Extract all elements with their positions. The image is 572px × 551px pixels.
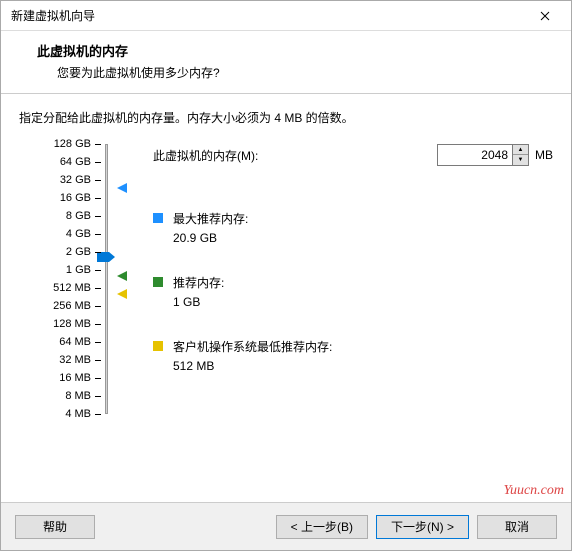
scale-label: 64 MB: [59, 336, 91, 348]
scale-label: 16 MB: [59, 372, 91, 384]
info-column: 此虚拟机的内存(M): ▲ ▼ MB 最大推荐内存: 20.9 GB: [113, 144, 553, 174]
rec-marker-icon[interactable]: [117, 270, 127, 280]
scale-tick: [95, 414, 101, 415]
scale-label: 512 MB: [53, 282, 91, 294]
min-rec-label: 客户机操作系统最低推荐内存:: [173, 338, 332, 357]
min-rec-text: 客户机操作系统最低推荐内存: 512 MB: [173, 338, 332, 376]
scale-tick: [95, 378, 101, 379]
scale-tick: [95, 342, 101, 343]
scale-tick: [95, 180, 101, 181]
scale-label: 8 GB: [66, 210, 91, 222]
square-icon: [153, 277, 163, 287]
instruction-text: 指定分配给此虚拟机的内存量。内存大小必须为 4 MB 的倍数。: [19, 109, 553, 126]
max-rec-label: 最大推荐内存:: [173, 210, 248, 229]
wizard-header: 此虚拟机的内存 您要为此虚拟机使用多少内存?: [1, 31, 571, 94]
min-rec-value: 512 MB: [173, 357, 332, 376]
scale-label: 32 GB: [60, 174, 91, 186]
max-rec-value: 20.9 GB: [173, 229, 248, 248]
back-button[interactable]: < 上一步(B): [276, 515, 368, 539]
scale-label: 4 GB: [66, 228, 91, 240]
memory-scale: 128 GB64 GB32 GB16 GB8 GB4 GB2 GB1 GB512…: [19, 144, 113, 174]
page-title: 此虚拟机的内存: [19, 41, 553, 60]
max-rec-text: 最大推荐内存: 20.9 GB: [173, 210, 248, 248]
spinner-up[interactable]: ▲: [513, 145, 528, 155]
scale-tick: [95, 252, 101, 253]
window-title: 新建虚拟机向导: [11, 7, 95, 24]
min-marker-icon[interactable]: [117, 288, 127, 298]
scale-tick: [95, 270, 101, 271]
max-recommendation: 最大推荐内存: 20.9 GB: [153, 210, 248, 248]
cancel-button[interactable]: 取消: [477, 515, 557, 539]
scale-tick: [95, 396, 101, 397]
scale-label: 64 GB: [60, 156, 91, 168]
wizard-window: 新建虚拟机向导 此虚拟机的内存 您要为此虚拟机使用多少内存? 指定分配给此虚拟机…: [0, 0, 572, 551]
scale-label: 256 MB: [53, 300, 91, 312]
rec-label: 推荐内存:: [173, 274, 224, 293]
help-button[interactable]: 帮助: [15, 515, 95, 539]
scale-tick: [95, 162, 101, 163]
scale-label: 128 MB: [53, 318, 91, 330]
scale-tick: [95, 234, 101, 235]
rec-text: 推荐内存: 1 GB: [173, 274, 224, 312]
scale-tick: [95, 216, 101, 217]
scale-label: 16 GB: [60, 192, 91, 204]
rec-value: 1 GB: [173, 293, 224, 312]
recommended: 推荐内存: 1 GB: [153, 274, 224, 312]
memory-input[interactable]: [437, 144, 513, 166]
slider-handle[interactable]: [97, 252, 115, 262]
square-icon: [153, 341, 163, 351]
scale-tick: [95, 144, 101, 145]
scale-label: 2 GB: [66, 246, 91, 258]
close-button[interactable]: [527, 2, 563, 30]
slider-track[interactable]: [105, 144, 108, 414]
min-recommendation: 客户机操作系统最低推荐内存: 512 MB: [153, 338, 332, 376]
scale-tick: [95, 306, 101, 307]
page-subtitle: 您要为此虚拟机使用多少内存?: [19, 64, 553, 81]
scale-label: 32 MB: [59, 354, 91, 366]
footer: 帮助 < 上一步(B) 下一步(N) > 取消: [1, 502, 571, 550]
scale-label: 4 MB: [65, 408, 91, 420]
memory-area: 128 GB64 GB32 GB16 GB8 GB4 GB2 GB1 GB512…: [19, 144, 553, 174]
next-button[interactable]: 下一步(N) >: [376, 515, 469, 539]
close-icon: [540, 11, 550, 21]
scale-label: 8 MB: [65, 390, 91, 402]
scale-tick: [95, 288, 101, 289]
memory-unit: MB: [535, 148, 553, 162]
memory-spinner: ▲ ▼: [437, 144, 529, 166]
scale-tick: [95, 324, 101, 325]
spinner-buttons: ▲ ▼: [513, 144, 529, 166]
scale-label: 128 GB: [54, 138, 91, 150]
max-marker-icon[interactable]: [117, 182, 127, 192]
scale-label: 1 GB: [66, 264, 91, 276]
memory-input-row: 此虚拟机的内存(M): ▲ ▼ MB: [153, 144, 553, 166]
scale-tick: [95, 198, 101, 199]
memory-label: 此虚拟机的内存(M):: [153, 147, 437, 164]
titlebar: 新建虚拟机向导: [1, 1, 571, 31]
spinner-down[interactable]: ▼: [513, 155, 528, 165]
square-icon: [153, 213, 163, 223]
content-area: 指定分配给此虚拟机的内存量。内存大小必须为 4 MB 的倍数。 128 GB64…: [1, 94, 571, 502]
scale-tick: [95, 360, 101, 361]
